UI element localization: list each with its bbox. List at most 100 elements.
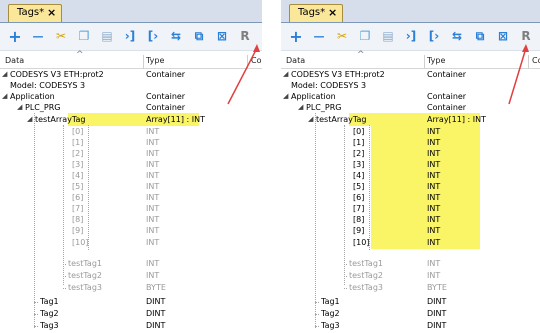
export-icon[interactable]: [› xyxy=(424,26,444,46)
tree-row[interactable]: [6] INT xyxy=(281,192,540,203)
r-icon[interactable]: R xyxy=(516,26,536,46)
expand-arrow-icon[interactable]: ◢ xyxy=(298,102,303,113)
convert-icon[interactable]: ⇆ xyxy=(447,26,467,46)
tree-row[interactable]: testTag2 INT xyxy=(0,270,262,281)
close-icon[interactable]: × xyxy=(328,6,337,19)
tree-row[interactable]: testTag1 INT xyxy=(281,258,540,269)
expand-arrow-icon[interactable]: ◢ xyxy=(283,91,288,102)
tree-row[interactable]: [5] INT xyxy=(0,181,262,192)
close-icon[interactable]: × xyxy=(47,6,56,19)
header-type[interactable]: Type xyxy=(427,56,445,65)
convert-icon[interactable]: ⇆ xyxy=(166,26,186,46)
tree-row[interactable]: ◢ PLC_PRG Container xyxy=(281,102,540,113)
tree-row[interactable]: [0] INT xyxy=(0,126,262,137)
tree-row[interactable]: [1] INT xyxy=(0,137,262,148)
expand-arrow-icon[interactable]: ◢ xyxy=(2,69,7,80)
tree-row[interactable]: testTag1 INT xyxy=(0,258,262,269)
expand-arrow-icon[interactable]: ◢ xyxy=(308,114,313,125)
column-separator[interactable] xyxy=(528,55,529,69)
tree-row[interactable]: testTag3 BYTE xyxy=(281,282,540,293)
filter-icon[interactable]: ⊠ xyxy=(212,26,232,46)
dictionary-icon[interactable]: ⧉ xyxy=(470,26,490,46)
tab-tags[interactable]: Tags* × xyxy=(8,4,62,22)
r-icon[interactable]: R xyxy=(235,26,255,46)
expand-arrow-icon[interactable]: ◢ xyxy=(2,91,7,102)
tree-row[interactable]: [9] INT xyxy=(281,225,540,236)
remove-icon[interactable]: — xyxy=(309,26,329,46)
tree-row[interactable]: [10] INT xyxy=(281,237,540,248)
header-data[interactable]: Data xyxy=(5,56,24,65)
row-type: INT xyxy=(146,215,160,224)
row-type: INT xyxy=(427,127,441,136)
tree-connector xyxy=(63,264,66,265)
tree-row[interactable]: Tag2 DINT xyxy=(0,308,262,319)
row-type: Array[11] : INT xyxy=(146,115,205,124)
tree-row[interactable]: Model: CODESYS 3 xyxy=(281,80,540,91)
tree-row[interactable]: Model: CODESYS 3 xyxy=(0,80,262,91)
expand-arrow-icon[interactable]: ◢ xyxy=(27,114,32,125)
tree-row[interactable]: ◢ CODESYS V3 ETH:prot2 Container xyxy=(0,69,262,80)
column-separator[interactable] xyxy=(247,55,248,69)
toolbar: + — ✂ ❐ ▤ ›] [› ⇆ ⧉ ⊠ R xyxy=(0,23,262,51)
header-con[interactable]: Con xyxy=(251,56,262,65)
expand-arrow-icon[interactable]: ◢ xyxy=(17,102,22,113)
cut-icon[interactable]: ✂ xyxy=(332,26,352,46)
panel-gap xyxy=(262,0,281,333)
paste-icon[interactable]: ▤ xyxy=(378,26,398,46)
tree-row[interactable]: [7] INT xyxy=(281,203,540,214)
tree-row[interactable]: Tag2 DINT xyxy=(281,308,540,319)
tree-row[interactable]: ◢ testArrayTag Array[11] : INT xyxy=(281,114,540,125)
header-type[interactable]: Type xyxy=(146,56,164,65)
tree-row[interactable]: [2] INT xyxy=(0,148,262,159)
copy-icon[interactable]: ❐ xyxy=(74,26,94,46)
tree-row[interactable]: [4] INT xyxy=(281,170,540,181)
tree-row[interactable]: Tag3 DINT xyxy=(281,320,540,331)
dictionary-icon[interactable]: ⧉ xyxy=(189,26,209,46)
import-icon[interactable]: ›] xyxy=(401,26,421,46)
tree-connector xyxy=(315,326,319,327)
tree-row[interactable]: ◢ Application Container xyxy=(281,91,540,102)
tree-row[interactable]: [5] INT xyxy=(281,181,540,192)
tree-row[interactable]: testTag3 BYTE xyxy=(0,282,262,293)
tree-row[interactable]: Tag3 DINT xyxy=(0,320,262,331)
tree-row[interactable]: ◢ CODESYS V3 ETH:prot2 Container xyxy=(281,69,540,80)
column-separator[interactable] xyxy=(143,55,144,69)
tree-row[interactable]: [6] INT xyxy=(0,192,262,203)
paste-icon[interactable]: ▤ xyxy=(97,26,117,46)
tree-row[interactable]: [1] INT xyxy=(281,137,540,148)
export-icon[interactable]: [› xyxy=(143,26,163,46)
row-type: INT xyxy=(146,149,160,158)
header-con[interactable]: Con xyxy=(532,56,540,65)
tree-row[interactable]: [2] INT xyxy=(281,148,540,159)
add-icon[interactable]: + xyxy=(5,26,25,46)
tree-row[interactable]: testTag2 INT xyxy=(281,270,540,281)
filter-icon[interactable]: ⊠ xyxy=(493,26,513,46)
expand-arrow-icon[interactable]: ◢ xyxy=(283,69,288,80)
tree-row[interactable]: [9] INT xyxy=(0,225,262,236)
tree-row[interactable]: [0] INT xyxy=(281,126,540,137)
header-data[interactable]: Data xyxy=(286,56,305,65)
remove-icon[interactable]: — xyxy=(28,26,48,46)
row-name: [6] xyxy=(72,193,84,202)
tree-row[interactable]: Tag1 DINT xyxy=(0,296,262,307)
tab-tags[interactable]: Tags* × xyxy=(289,4,343,22)
tree-row[interactable]: Tag1 DINT xyxy=(281,296,540,307)
tree-row[interactable]: [10] INT xyxy=(0,237,262,248)
tree-row[interactable]: [3] INT xyxy=(281,159,540,170)
tree-row[interactable]: ◢ testArrayTag Array[11] : INT xyxy=(0,114,262,125)
cut-icon[interactable]: ✂ xyxy=(51,26,71,46)
tree-row[interactable]: [8] INT xyxy=(0,214,262,225)
tree-row[interactable]: [3] INT xyxy=(0,159,262,170)
row-type: INT xyxy=(146,138,160,147)
add-icon[interactable]: + xyxy=(286,26,306,46)
import-icon[interactable]: ›] xyxy=(120,26,140,46)
tree-row[interactable]: ◢ Application Container xyxy=(0,91,262,102)
column-separator[interactable] xyxy=(424,55,425,69)
tree-row[interactable]: [4] INT xyxy=(0,170,262,181)
tree-row[interactable]: [8] INT xyxy=(281,214,540,225)
row-name: [9] xyxy=(353,226,365,235)
copy-icon[interactable]: ❐ xyxy=(355,26,375,46)
tree-row[interactable]: ◢ PLC_PRG Container xyxy=(0,102,262,113)
tree-row[interactable]: [7] INT xyxy=(0,203,262,214)
row-type: DINT xyxy=(427,297,447,306)
